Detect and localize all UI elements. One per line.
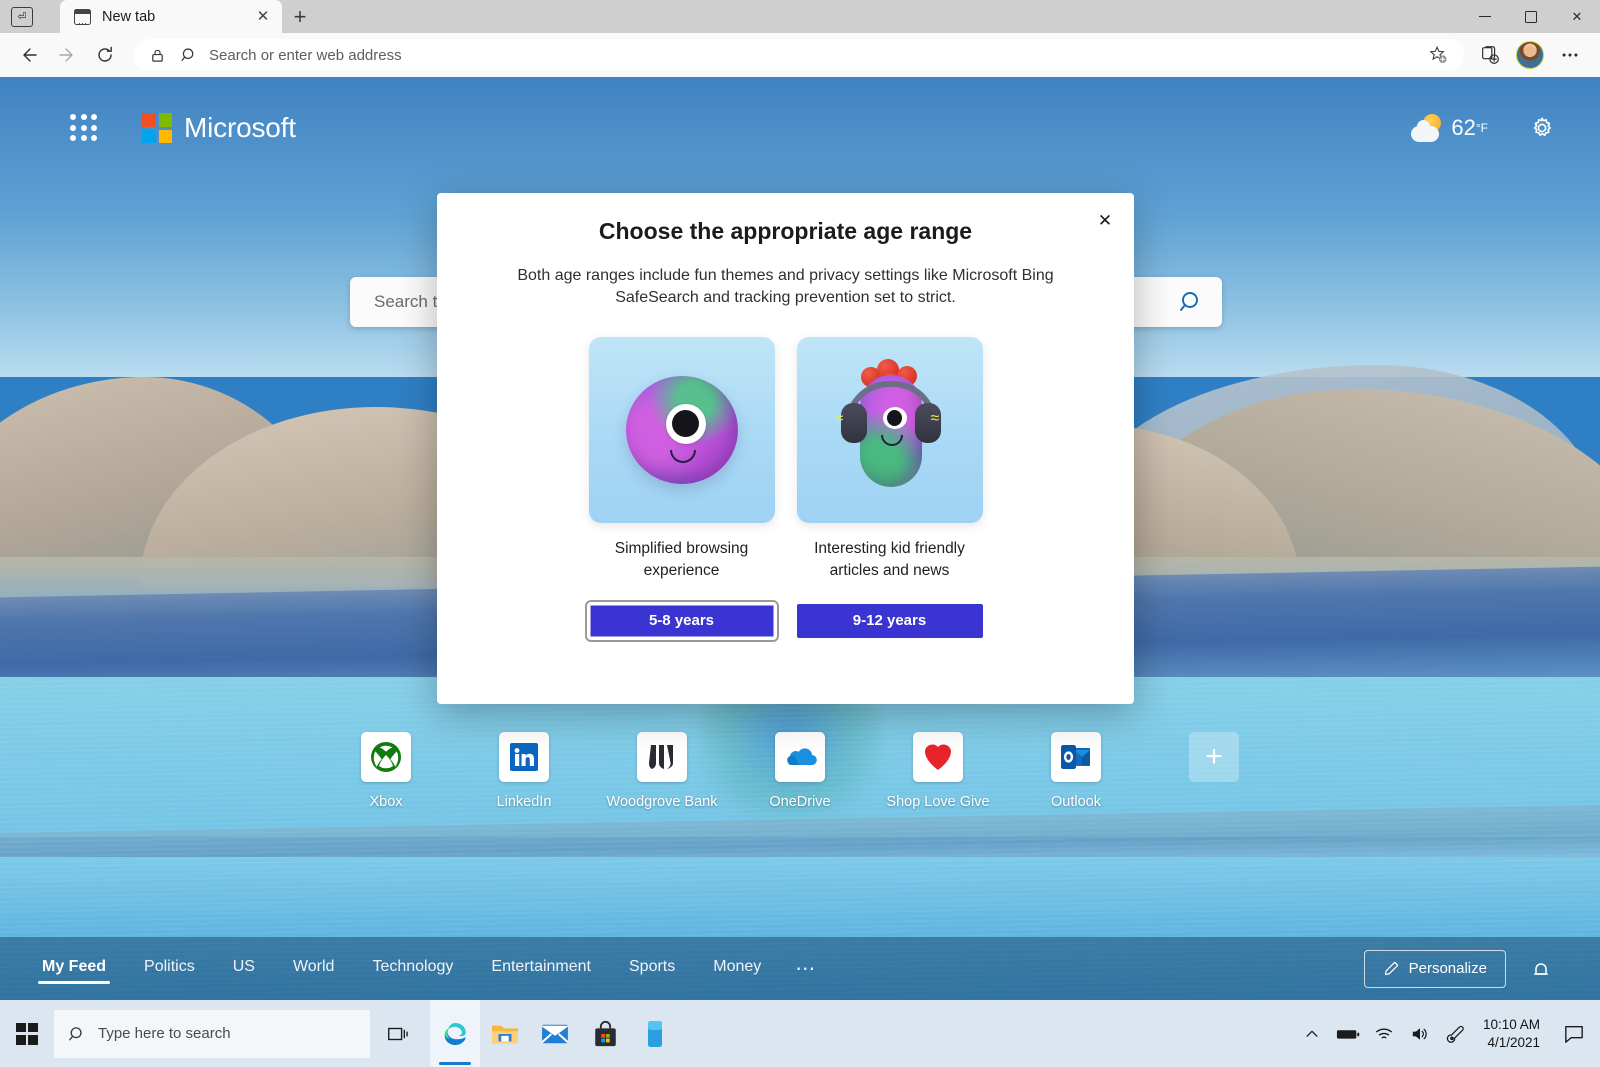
tray-network-button[interactable] [1367,1000,1401,1067]
new-tab-favicon [74,8,91,28]
dialog-title: Choose the appropriate age range [598,218,973,244]
back-arrow-icon [23,48,37,62]
mail-icon [541,1024,569,1043]
profile-avatar[interactable] [1516,41,1544,69]
refresh-icon [98,46,112,62]
tray-clock[interactable]: 10:10 AM 4/1/2021 [1475,1000,1552,1067]
taskbar-app-microsoft-store[interactable] [580,1000,630,1067]
browser-titlebar: ⏎ New tab ✕ + ✕ [0,0,1600,33]
back-button[interactable] [10,38,48,72]
edge-icon [444,1022,466,1045]
window-close-button[interactable]: ✕ [1554,0,1600,33]
tray-date: 4/1/2021 [1487,1034,1540,1050]
age-option-card-9-12: ≈ ≈ Interesting kid friendly articles an… [796,336,983,582]
your-phone-icon [648,1020,662,1047]
taskbar-app-edge[interactable] [430,1000,480,1067]
tab-title: New tab [102,8,156,25]
chevron-up-icon [1306,1030,1318,1037]
age-option-card-5-8: Simplified browsing experience [588,336,775,582]
taskbar-apps [430,1000,680,1067]
taskbar-search-box[interactable]: Type here to search [54,1009,370,1058]
tray-overflow-button[interactable] [1295,1000,1329,1067]
sound-spark-right: ≈ [930,409,940,427]
tab-close-button[interactable]: ✕ [250,4,276,30]
tab-search-icon: ⏎ [11,6,33,27]
tray-battery-button[interactable] [1331,1000,1365,1067]
blob-eye [665,403,706,444]
taskbar-app-mail[interactable] [530,1000,580,1067]
age-choice-buttons: 5-8 years 9-12 years [437,599,1134,642]
action-center-button[interactable] [1554,1000,1594,1067]
star-add-icon [1429,45,1447,63]
task-view-icon [388,1027,408,1040]
microsoft-store-icon [594,1020,616,1046]
age-range-dialog: ✕ Choose the appropriate age range Both … [437,193,1134,704]
capsule-character: ≈ ≈ [815,355,965,505]
address-input[interactable] [205,46,1421,64]
blob-mouth [669,449,696,463]
age-range-9-12-button[interactable]: 9-12 years [796,603,983,638]
window-minimize-button[interactable] [1462,0,1508,33]
collections-button[interactable] [1470,38,1510,72]
settings-and-more-button[interactable] [1550,38,1590,72]
windows-taskbar: Type here to search 10:10 AM 4/1/2021 [0,1000,1600,1067]
tray-time: 10:10 AM [1482,1016,1540,1032]
tab-search-button[interactable]: ⏎ [0,0,44,33]
windows-start-icon [16,1022,38,1045]
taskbar-search-placeholder: Type here to search [98,1025,231,1042]
new-tab-button[interactable]: + [282,1,318,33]
pen-icon [1446,1025,1464,1043]
battery-icon [1336,1029,1360,1039]
age-range-5-8-button[interactable]: 5-8 years [584,599,779,642]
search-icon [173,41,205,69]
refresh-button[interactable] [86,38,124,72]
system-tray: 10:10 AM 4/1/2021 [1295,1000,1600,1067]
ellipsis-icon [1562,53,1578,57]
action-center-icon [1565,1025,1583,1043]
lock-icon [141,41,173,69]
one-eyed-blob-character [588,336,775,523]
age-option-cards: Simplified browsing experience ≈ ≈ Inter… [437,336,1134,582]
capsule-eye [882,406,907,429]
forward-arrow-icon [59,48,73,62]
new-tab-page: Microsoft 62 °F Search the web Xbox Link… [0,77,1600,1000]
age-option-caption: Interesting kid friendly articles and ne… [814,539,965,579]
dialog-subtitle: Both age ranges include fun themes and p… [517,267,1054,306]
start-button[interactable] [0,1000,54,1067]
search-icon [69,1026,82,1040]
tray-volume-button[interactable] [1403,1000,1437,1067]
file-explorer-icon [492,1025,518,1043]
browser-tab[interactable]: New tab ✕ [60,0,282,33]
toolbar-right-actions [1470,38,1590,72]
address-bar[interactable] [134,39,1464,71]
headphones-capsule-character: ≈ ≈ [796,336,983,523]
tray-pen-button[interactable] [1439,1000,1473,1067]
blob-body [625,375,738,484]
taskbar-app-file-explorer[interactable] [480,1000,530,1067]
forward-button[interactable] [48,38,86,72]
add-favorite-button[interactable] [1421,41,1455,69]
collections-icon [1482,46,1499,64]
wifi-icon [1375,1028,1392,1039]
browser-toolbar [0,33,1600,77]
age-option-caption: Simplified browsing experience [614,539,749,579]
window-maximize-button[interactable] [1508,0,1554,33]
screen: ⏎ New tab ✕ + ✕ [0,0,1600,1067]
sound-spark-left: ≈ [834,409,844,427]
task-view-button[interactable] [370,1000,424,1067]
window-controls: ✕ [1462,0,1600,33]
dialog-close-button[interactable]: ✕ [1086,201,1124,239]
volume-icon [1412,1027,1427,1040]
taskbar-app-your-phone[interactable] [630,1000,680,1067]
